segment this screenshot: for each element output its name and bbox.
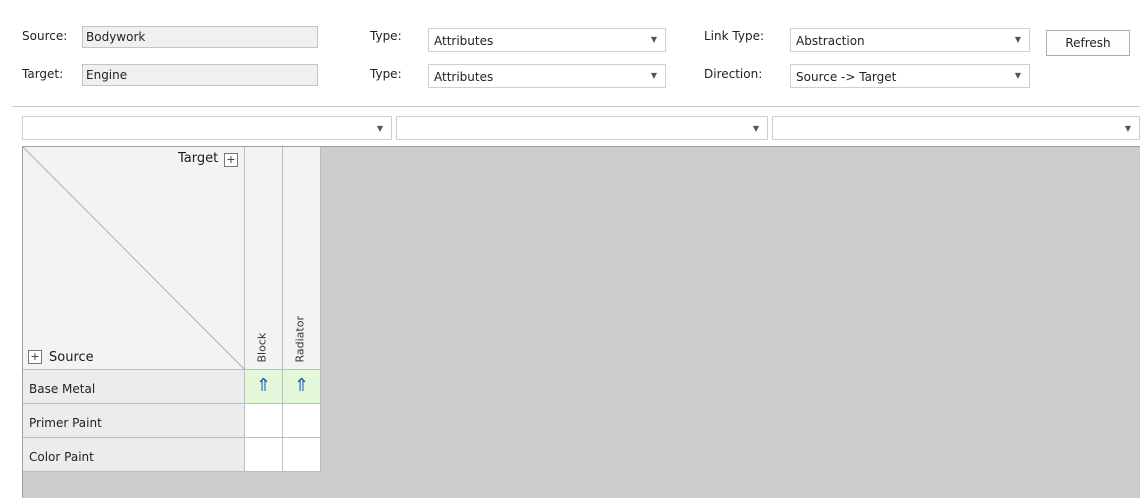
direction-select[interactable]: Source -> Target ▼ <box>790 64 1030 88</box>
chevron-down-icon: ▼ <box>650 35 657 44</box>
matrix-cell[interactable] <box>283 404 321 438</box>
row-header-primer-paint[interactable]: Primer Paint <box>23 404 245 438</box>
corner-source-label: Source <box>49 350 94 365</box>
direction-label: Direction: <box>704 67 763 81</box>
chevron-down-icon: ▼ <box>376 124 383 133</box>
expand-source-button[interactable]: + <box>28 350 42 364</box>
link-type-select[interactable]: Abstraction ▼ <box>790 28 1030 52</box>
column-label: Block <box>255 332 268 363</box>
matrix-cell[interactable] <box>245 438 283 472</box>
matrix-corner-header: Target + + Source <box>23 147 245 370</box>
source-field: Bodywork <box>82 26 318 48</box>
corner-target-label: Target <box>178 151 219 166</box>
column-header-radiator[interactable]: Radiator <box>283 147 321 370</box>
filter-select-2[interactable]: ▼ <box>396 116 768 140</box>
chevron-down-icon: ▼ <box>650 71 657 80</box>
target-type-value: Attributes <box>434 70 494 84</box>
expand-target-button[interactable]: + <box>224 153 238 167</box>
source-type-value: Attributes <box>434 34 494 48</box>
chevron-down-icon: ▼ <box>752 124 759 133</box>
target-type-label: Type: <box>370 67 402 81</box>
refresh-button[interactable]: Refresh <box>1046 30 1130 56</box>
target-type-select[interactable]: Attributes ▼ <box>428 64 666 88</box>
up-arrow-icon: ⇑ <box>293 375 310 396</box>
matrix-cell[interactable] <box>283 438 321 472</box>
chevron-down-icon: ▼ <box>1014 71 1021 80</box>
filter-select-3[interactable]: ▼ <box>772 116 1140 140</box>
target-field: Engine <box>82 64 318 86</box>
target-label: Target: <box>22 67 64 81</box>
chevron-down-icon: ▼ <box>1014 35 1021 44</box>
column-header-block[interactable]: Block <box>245 147 283 370</box>
direction-value: Source -> Target <box>796 70 897 84</box>
link-type-label: Link Type: <box>704 29 764 43</box>
column-label: Radiator <box>293 316 306 363</box>
row-header-base-metal[interactable]: Base Metal <box>23 370 245 404</box>
matrix-cell[interactable]: ⇑ <box>283 370 321 404</box>
matrix-cell[interactable]: ⇑ <box>245 370 283 404</box>
matrix-cell[interactable] <box>245 404 283 438</box>
filter-select-1[interactable]: ▼ <box>22 116 392 140</box>
up-arrow-icon: ⇑ <box>255 375 272 396</box>
row-header-color-paint[interactable]: Color Paint <box>23 438 245 472</box>
source-label: Source: <box>22 29 68 43</box>
link-type-value: Abstraction <box>796 34 865 48</box>
source-type-select[interactable]: Attributes ▼ <box>428 28 666 52</box>
divider <box>12 106 1140 107</box>
diagonal-divider <box>23 147 245 370</box>
source-type-label: Type: <box>370 29 402 43</box>
chevron-down-icon: ▼ <box>1124 124 1131 133</box>
